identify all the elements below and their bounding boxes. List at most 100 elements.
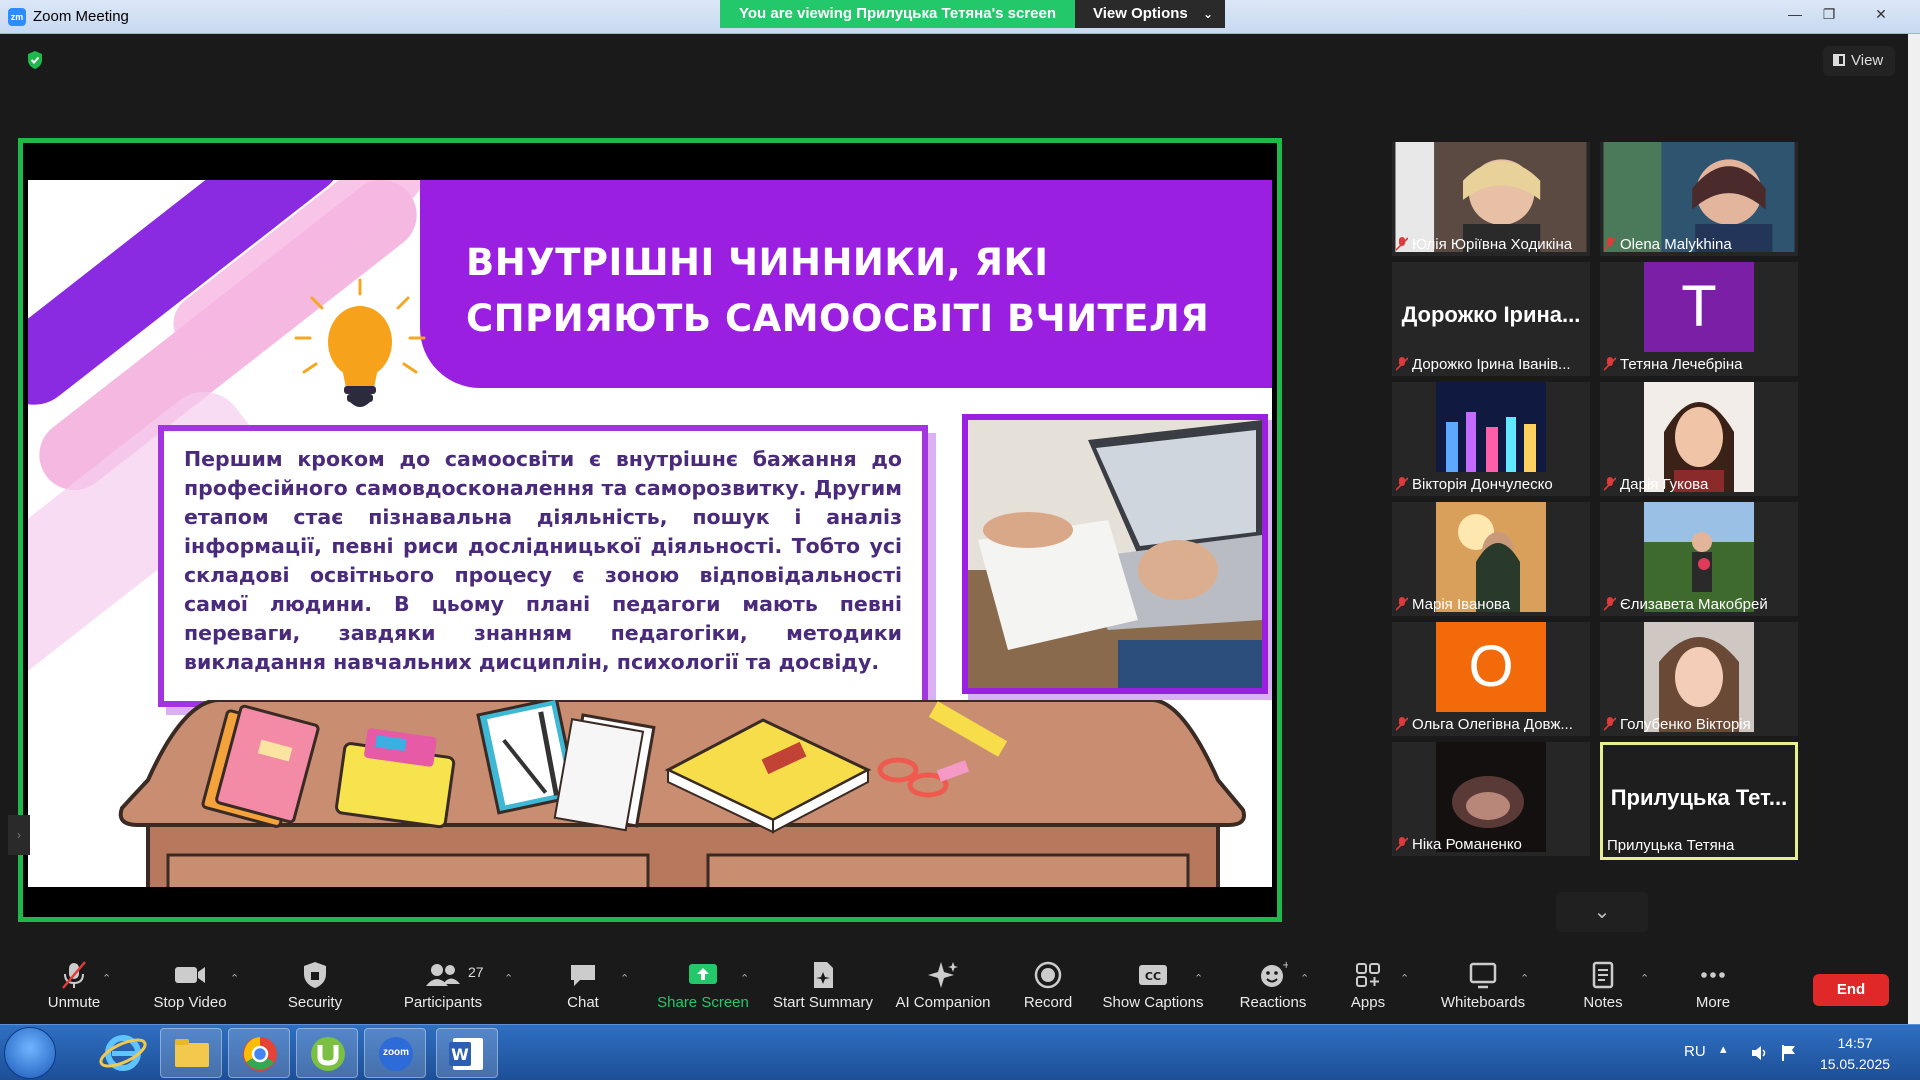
system-clock[interactable]: 14:57 15.05.2025: [1810, 1033, 1900, 1075]
desk-illustration: [118, 700, 1246, 887]
view-layout-button[interactable]: View: [1823, 46, 1895, 76]
participant-tile[interactable]: O Ольга Олегівна Довж...: [1392, 622, 1590, 736]
apps-button[interactable]: Apps: [1328, 960, 1408, 1020]
participant-tile[interactable]: Дарія Гукова: [1600, 382, 1798, 496]
muted-mic-icon: [1396, 357, 1408, 371]
unmute-button[interactable]: Unmute: [30, 960, 118, 1020]
participants-label: Participants: [403, 994, 483, 1011]
action-center-flag-icon[interactable]: [1780, 1043, 1798, 1063]
ai-companion-label: AI Companion: [895, 994, 991, 1011]
maximize-button[interactable]: ❐: [1812, 4, 1846, 26]
word-icon: W: [449, 1038, 483, 1070]
taskbar-file-explorer[interactable]: [160, 1028, 222, 1078]
participant-tile[interactable]: T Тетяна Лечебріна: [1600, 262, 1798, 376]
muted-mic-icon: [1604, 237, 1616, 251]
clock-date: 15.05.2025: [1819, 1056, 1891, 1072]
meeting-toolbar: Unmute ⌃ Stop Video ⌃ Security Participa…: [8, 950, 1908, 1024]
view-options-button[interactable]: View Options ⌄: [1075, 0, 1225, 28]
show-captions-label: Show Captions: [1102, 994, 1204, 1011]
start-button[interactable]: [4, 1027, 56, 1079]
unmute-label: Unmute: [47, 994, 101, 1011]
muted-mic-icon: [1396, 237, 1408, 251]
participant-name: Вікторія Дончулеско: [1396, 476, 1586, 493]
chat-button[interactable]: Chat: [548, 960, 618, 1020]
minimize-button[interactable]: —: [1778, 4, 1812, 26]
whiteboards-button[interactable]: Whiteboards: [1428, 960, 1538, 1020]
chat-options-caret[interactable]: ⌃: [620, 972, 629, 985]
share-screen-button[interactable]: Share Screen: [648, 960, 758, 1020]
security-shield-icon: [304, 962, 326, 988]
taskbar-word[interactable]: W: [436, 1028, 498, 1078]
start-summary-button[interactable]: Start Summary: [768, 960, 878, 1020]
notes-button[interactable]: Notes: [1568, 960, 1638, 1020]
volume-icon[interactable]: [1750, 1043, 1770, 1063]
taskbar-internet-explorer[interactable]: [92, 1028, 154, 1078]
participant-name: Ніка Романенко: [1396, 836, 1586, 853]
meeting-area: View ВНУТРІШНІ ЧИННИКИ, ЯКІ СПРИЯЮТЬ САМ…: [8, 34, 1908, 994]
taskbar-zoom[interactable]: zoom: [364, 1028, 426, 1078]
keyboard-language-indicator[interactable]: RU: [1684, 1043, 1706, 1060]
participant-tile-active-speaker[interactable]: Прилуцька Тет... Прилуцька Тетяна: [1600, 742, 1798, 860]
svg-text:W: W: [451, 1045, 469, 1064]
participant-name: Прилуцька Тетяна: [1607, 837, 1735, 854]
laptop-photo-illustration: [968, 420, 1262, 688]
screen: zm Zoom Meeting You are viewing Прилуцьк…: [0, 0, 1920, 1080]
chrome-icon: [243, 1037, 277, 1071]
participant-tile[interactable]: Дорожко Ірина... Дорожко Ірина Іванів...: [1392, 262, 1590, 376]
participants-count: 27: [468, 964, 484, 980]
participant-avatar: T: [1644, 262, 1754, 352]
encryption-shield-icon[interactable]: [26, 50, 44, 70]
record-icon: [1034, 961, 1062, 989]
more-dots-icon: [1701, 972, 1725, 978]
muted-mic-icon: [1604, 357, 1616, 371]
captions-options-caret[interactable]: ⌃: [1194, 972, 1203, 985]
panel-resize-handle[interactable]: ›: [8, 815, 30, 855]
end-meeting-button[interactable]: End: [1813, 974, 1889, 1006]
gallery-next-page-button[interactable]: ⌄: [1556, 892, 1648, 932]
participant-tile[interactable]: Ніка Романенко: [1392, 742, 1590, 856]
muted-mic-icon: [1396, 477, 1408, 491]
apps-options-caret[interactable]: ⌃: [1400, 972, 1409, 985]
participants-icon: [426, 964, 460, 986]
share-screen-label: Share Screen: [657, 994, 749, 1011]
audio-options-caret[interactable]: ⌃: [102, 972, 111, 985]
closed-captions-icon: CC: [1139, 965, 1167, 985]
more-button[interactable]: More: [1678, 960, 1748, 1020]
participant-tile[interactable]: Юлія Юріївна Ходикіна: [1392, 142, 1590, 256]
muted-mic-icon: [1396, 837, 1408, 851]
security-button[interactable]: Security: [270, 960, 360, 1020]
layout-grid-icon: [1833, 54, 1845, 66]
participants-options-caret[interactable]: ⌃: [504, 972, 513, 985]
window-titlebar[interactable]: zm Zoom Meeting You are viewing Прилуцьк…: [0, 0, 1920, 34]
participant-tile[interactable]: Єлизавета Макобрей: [1600, 502, 1798, 616]
viewing-screen-banner: You are viewing Прилуцька Тетяна's scree…: [720, 0, 1075, 28]
ai-companion-button[interactable]: AI Companion: [888, 960, 998, 1020]
participant-tile[interactable]: Марія Іванова: [1392, 502, 1590, 616]
record-button[interactable]: Record: [1008, 960, 1088, 1020]
share-options-caret[interactable]: ⌃: [740, 972, 749, 985]
notes-options-caret[interactable]: ⌃: [1640, 972, 1649, 985]
window-scrollbar[interactable]: [1908, 34, 1920, 1024]
stop-video-button[interactable]: Stop Video: [140, 960, 240, 1020]
tray-show-hidden-icon[interactable]: ▴: [1720, 1041, 1727, 1057]
show-captions-button[interactable]: CC Show Captions: [1098, 960, 1208, 1020]
taskbar-chrome[interactable]: [228, 1028, 290, 1078]
whiteboard-icon: [1469, 962, 1497, 989]
reactions-options-caret[interactable]: ⌃: [1300, 972, 1309, 985]
zoom-taskbar-label: zoom: [382, 1047, 410, 1058]
slide-body-text: Першим кроком до самоосвіти є внутрішнє …: [184, 447, 902, 674]
participant-tile[interactable]: Голубенко Вікторія: [1600, 622, 1798, 736]
slide-title: ВНУТРІШНІ ЧИННИКИ, ЯКІ СПРИЯЮТЬ САМООСВІ…: [466, 241, 1210, 340]
whiteboards-options-caret[interactable]: ⌃: [1520, 972, 1529, 985]
apps-icon: [1356, 963, 1380, 987]
utorrent-icon: [311, 1037, 345, 1071]
video-options-caret[interactable]: ⌃: [230, 972, 239, 985]
shared-screen[interactable]: ВНУТРІШНІ ЧИННИКИ, ЯКІ СПРИЯЮТЬ САМООСВІ…: [18, 138, 1282, 922]
taskbar-utorrent[interactable]: [296, 1028, 358, 1078]
participant-tile[interactable]: Вікторія Дончулеско: [1392, 382, 1590, 496]
view-label: View: [1851, 52, 1884, 69]
reactions-button[interactable]: + Reactions: [1228, 960, 1318, 1020]
close-window-button[interactable]: ✕: [1858, 4, 1904, 26]
participant-tile[interactable]: Olena Malykhina: [1600, 142, 1798, 256]
window-title: Zoom Meeting: [33, 8, 129, 25]
